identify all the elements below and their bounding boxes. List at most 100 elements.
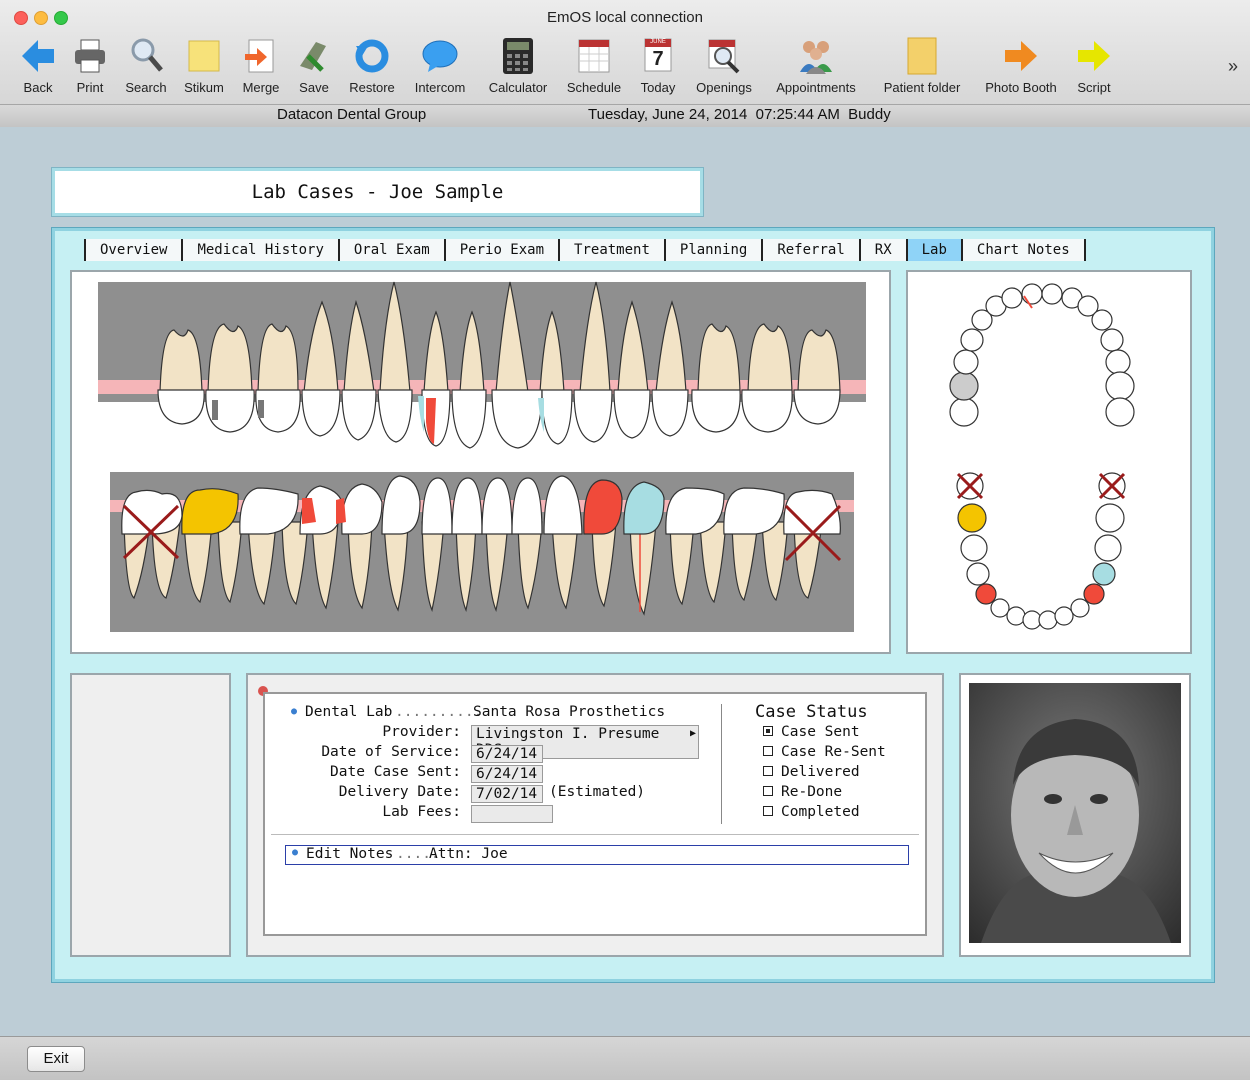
case-status-redone[interactable]: Re-Done <box>763 784 842 800</box>
merge-button[interactable]: Merge <box>238 36 284 95</box>
openings-label: Openings <box>696 80 752 95</box>
checkbox-icon <box>763 806 773 816</box>
today-day: 7 <box>652 48 664 70</box>
patient-folder-button[interactable]: Patient folder <box>874 36 970 95</box>
calculator-button[interactable]: Calculator <box>482 36 554 95</box>
orange-arrow-icon <box>1003 36 1039 76</box>
divider <box>271 834 919 835</box>
delivery-date-label: Delivery Date: <box>338 784 461 800</box>
intercom-button[interactable]: Intercom <box>408 36 472 95</box>
script-label: Script <box>1077 80 1111 95</box>
lab-fees-field[interactable] <box>471 805 553 823</box>
dental-lab-value[interactable]: Santa Rosa Prosthetics <box>473 704 665 720</box>
appointments-button[interactable]: Appointments <box>766 36 866 95</box>
magnifier-icon <box>128 36 164 76</box>
edit-notes-value: Attn: Joe <box>429 846 508 862</box>
tab-rx[interactable]: RX <box>858 239 906 261</box>
case-status-case-sent[interactable]: Case Sent <box>763 724 860 740</box>
schedule-label: Schedule <box>566 80 622 95</box>
current-datetime: Tuesday, June 24, 2014 07:25:44 AM Buddy <box>588 106 891 123</box>
calculator-icon <box>500 36 536 76</box>
completed-label: Completed <box>781 804 860 820</box>
case-status-delivered[interactable]: Delivered <box>763 764 860 780</box>
date-case-sent-field[interactable]: 6/24/14 <box>471 765 543 783</box>
tab-oral-exam[interactable]: Oral Exam <box>337 239 444 261</box>
info-bar: Datacon Dental Group Tuesday, June 24, 2… <box>0 104 1250 127</box>
script-button[interactable]: Script <box>1072 36 1116 95</box>
print-button[interactable]: Print <box>70 36 110 95</box>
printer-icon <box>72 36 108 76</box>
speech-bubble-icon <box>422 36 458 76</box>
back-button[interactable]: Back <box>16 36 60 95</box>
case-status-completed[interactable]: Completed <box>763 804 860 820</box>
stikum-button[interactable]: Stikum <box>178 36 230 95</box>
photo-booth-button[interactable]: Photo Booth <box>978 36 1064 95</box>
date-case-sent-label: Date Case Sent: <box>330 764 461 780</box>
dropdown-arrow-icon: ▶ <box>689 728 696 739</box>
yellow-arrow-icon <box>1076 36 1112 76</box>
tab-treatment[interactable]: Treatment <box>558 239 664 261</box>
tooth-chart-panel <box>70 270 891 654</box>
folder-icon <box>904 36 940 76</box>
search-button[interactable]: Search <box>122 36 170 95</box>
back-arrow-icon <box>20 36 56 76</box>
toolbar-overflow-button[interactable]: » <box>1228 56 1238 77</box>
occlusal-chart[interactable] <box>908 272 1190 652</box>
delivery-estimated-note: (Estimated) <box>549 784 646 800</box>
delivered-label: Delivered <box>781 764 860 780</box>
checkbox-icon <box>763 766 773 776</box>
openings-button[interactable]: Openings <box>690 36 758 95</box>
calculator-label: Calculator <box>488 80 548 95</box>
merge-icon <box>243 36 279 76</box>
date-of-service-label: Date of Service: <box>321 744 461 760</box>
tooth-chart[interactable] <box>72 272 889 652</box>
window-title: EmOS local connection <box>547 9 703 26</box>
today-calendar-icon: JUNE 7 <box>640 36 676 76</box>
tab-referral[interactable]: Referral <box>761 239 859 261</box>
tab-perio-exam[interactable]: Perio Exam <box>443 239 559 261</box>
case-status-case-resent[interactable]: Case Re-Sent <box>763 744 886 760</box>
today-label: Today <box>640 80 676 95</box>
tab-chart-notes[interactable]: Chart Notes <box>960 239 1086 261</box>
bullet-icon: ● <box>291 706 298 717</box>
provider-label: Provider: <box>382 724 461 740</box>
tab-lab[interactable]: Lab <box>905 239 961 261</box>
merge-label: Merge <box>242 80 280 95</box>
tab-overview[interactable]: Overview <box>84 239 182 261</box>
exit-button[interactable]: Exit <box>27 1046 85 1072</box>
case-resent-label: Case Re-Sent <box>781 744 886 760</box>
today-button[interactable]: JUNE 7 Today <box>634 36 682 95</box>
restore-button[interactable]: Restore <box>344 36 400 95</box>
case-sent-label: Case Sent <box>781 724 860 740</box>
save-button[interactable]: Save <box>294 36 334 95</box>
delivery-date-field[interactable]: 7/02/14 <box>471 785 543 803</box>
lab-fees-label: Lab Fees: <box>382 804 461 820</box>
divider <box>721 704 722 824</box>
back-label: Back <box>23 80 53 95</box>
edit-notes-field[interactable]: ● Edit Notes ..... Attn: Joe <box>285 845 909 865</box>
tab-bar: Overview Medical History Oral Exam Perio… <box>84 239 1086 261</box>
sticky-note-icon <box>186 36 222 76</box>
intercom-label: Intercom <box>414 80 466 95</box>
photo-booth-label: Photo Booth <box>985 80 1057 95</box>
patient-photo <box>969 683 1181 943</box>
lab-case-form: ● Dental Lab .......... Santa Rosa Prost… <box>263 692 927 936</box>
checkbox-checked-icon <box>763 726 773 736</box>
today-month: JUNE <box>650 39 666 45</box>
tab-planning[interactable]: Planning <box>663 239 762 261</box>
case-status-title: Case Status <box>755 702 868 722</box>
tab-medical-history[interactable]: Medical History <box>181 239 338 261</box>
restore-label: Restore <box>349 80 395 95</box>
patient-folder-label: Patient folder <box>883 80 961 95</box>
redone-label: Re-Done <box>781 784 843 800</box>
date-of-service-field[interactable]: 6/24/14 <box>471 745 543 763</box>
people-icon <box>798 36 834 76</box>
dental-lab-label: Dental Lab <box>305 704 393 720</box>
side-blank-panel <box>70 673 231 957</box>
schedule-button[interactable]: Schedule <box>562 36 626 95</box>
page-title-box: Lab Cases - Joe Sample <box>52 168 703 216</box>
checkbox-icon <box>763 746 773 756</box>
edit-notes-label: Edit Notes <box>306 846 394 862</box>
restore-icon <box>354 36 390 76</box>
bullet-icon: ● <box>292 847 299 858</box>
